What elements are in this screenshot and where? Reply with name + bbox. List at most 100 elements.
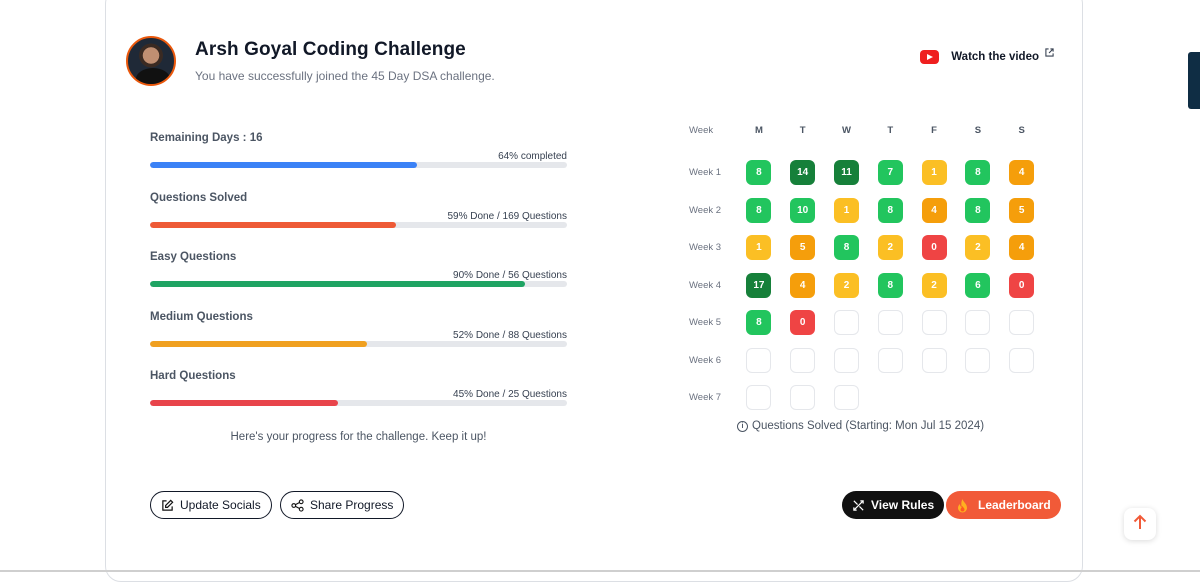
day-cell-wrap: 2	[904, 272, 948, 298]
day-cell-wrap: 6	[948, 272, 992, 298]
day-cell-wrap: 8	[948, 197, 992, 223]
progress-bar-fill	[150, 340, 367, 347]
progress-bar-fill	[150, 281, 526, 287]
update-socials-button[interactable]: Update Socials	[150, 491, 272, 519]
day-cell-wrap: 8	[729, 197, 773, 223]
progress-value: 45% Done / 25 Questions	[453, 389, 567, 400]
progress-label: Hard Questions	[150, 370, 236, 382]
challenge-header: Arsh Goyal Coding Challenge You have suc…	[126, 36, 495, 86]
week-label: Week 2	[689, 204, 722, 216]
day-cell	[877, 310, 903, 336]
day-cell	[921, 310, 947, 336]
day-cell-wrap: 1	[817, 197, 861, 223]
progress-label: Remaining Days : 16	[150, 132, 263, 144]
week-column-header: Week	[689, 125, 714, 136]
day-cell-wrap: 1	[729, 235, 773, 261]
leaderboard-button[interactable]: Leaderboard	[946, 491, 1061, 519]
calendar-week-row: Week 6	[689, 342, 1036, 380]
day-cell-wrap	[992, 347, 1036, 373]
day-cell: 1	[921, 160, 947, 186]
watch-video-link[interactable]: Watch the video	[920, 47, 1054, 64]
page-scroll-indicator	[1188, 52, 1200, 109]
scroll-to-top-button[interactable]	[1124, 508, 1156, 540]
day-cell-wrap	[773, 385, 817, 411]
progress-bar-fill	[150, 400, 338, 406]
info-icon: i	[737, 420, 748, 432]
day-cell-wrap	[729, 347, 773, 373]
progress-label: Easy Questions	[150, 251, 237, 263]
day-cell: 5	[1009, 197, 1035, 223]
leaderboard-label: Leaderboard	[978, 498, 1051, 512]
calendar-week-row: Week 31582024	[689, 229, 1036, 267]
day-cell: 7	[877, 160, 903, 186]
day-cell	[833, 385, 859, 411]
day-cell	[965, 310, 991, 336]
day-cell	[833, 310, 859, 336]
day-cell: 8	[746, 310, 772, 336]
day-cell: 8	[965, 160, 991, 186]
day-cell-wrap	[860, 347, 904, 373]
day-cell	[965, 347, 991, 373]
day-cell-wrap: 0	[992, 272, 1036, 298]
day-cell: 8	[833, 235, 859, 261]
day-cell-wrap: 11	[817, 160, 861, 186]
view-rules-button[interactable]: View Rules	[842, 491, 945, 519]
day-cell-wrap: 14	[773, 160, 817, 186]
avatar	[126, 36, 176, 86]
day-cell-wrap	[773, 347, 817, 373]
progress-value: 52% Done / 88 Questions	[453, 329, 567, 341]
day-cell-wrap: 2	[948, 235, 992, 261]
progress-value: 59% Done / 169 Questions	[447, 210, 567, 222]
day-header: T	[799, 125, 806, 136]
day-cell: 10	[790, 197, 816, 223]
day-cell: 8	[746, 197, 772, 223]
day-cell-wrap: 4	[773, 272, 817, 298]
calendar-week-row: Week 1 8 14 11 7 1 8 4	[689, 154, 1036, 192]
progress-item: Easy Questions 90% Done / 56 Questions	[150, 251, 567, 311]
day-cell	[921, 347, 947, 373]
day-cell-wrap: 17	[729, 272, 773, 298]
day-cell-wrap	[817, 347, 861, 373]
arrow-up-icon	[1133, 514, 1147, 535]
day-cell: 8	[965, 197, 991, 223]
day-cell-wrap	[860, 310, 904, 336]
share-progress-button[interactable]: Share Progress	[280, 491, 405, 519]
day-cell	[746, 385, 772, 411]
day-cell: 17	[746, 272, 772, 298]
day-cell-wrap: 8	[817, 235, 861, 261]
fire-icon	[956, 498, 969, 512]
progress-label: Medium Questions	[150, 310, 253, 323]
week-label: Week 6	[689, 354, 722, 366]
progress-item: Remaining Days : 16 64% completed	[150, 132, 567, 192]
day-cell: 5	[790, 235, 816, 261]
progress-bar-fill	[150, 162, 417, 168]
page-title: Arsh Goyal Coding Challenge	[195, 39, 466, 60]
youtube-icon	[920, 50, 940, 64]
day-header: F	[931, 125, 937, 136]
share-progress-label: Share Progress	[310, 498, 394, 512]
challenge-card: Arsh Goyal Coding Challenge You have suc…	[105, 0, 1083, 582]
day-cell: 4	[921, 197, 947, 223]
day-header: T	[887, 125, 894, 136]
day-cell-wrap	[992, 310, 1036, 336]
week-label: Week 7	[689, 392, 722, 404]
day-cell: 2	[833, 272, 859, 298]
day-header: S	[1018, 125, 1025, 136]
calendar-note: i Questions Solved (Starting: Mon Jul 15…	[737, 420, 984, 432]
rules-icon	[852, 499, 865, 512]
day-cell: 2	[921, 272, 947, 298]
progress-bar-fill	[150, 221, 397, 228]
day-cell-wrap: 2	[817, 272, 861, 298]
day-cell-wrap	[948, 310, 992, 336]
progress-bar	[150, 340, 567, 347]
day-cell: 4	[790, 272, 816, 298]
update-socials-label: Update Socials	[180, 498, 261, 512]
day-cell: 4	[1009, 160, 1035, 186]
calendar-week-row: Week 4 17 4 2 8 2 6 0	[689, 267, 1036, 305]
day-cell-wrap: 8	[948, 160, 992, 186]
progress-item: Hard Questions 45% Done / 25 Questions	[150, 370, 567, 430]
external-link-icon	[1045, 47, 1054, 59]
day-cell-wrap: 10	[773, 197, 817, 223]
day-cell: 1	[833, 197, 859, 223]
day-cell	[790, 347, 816, 373]
